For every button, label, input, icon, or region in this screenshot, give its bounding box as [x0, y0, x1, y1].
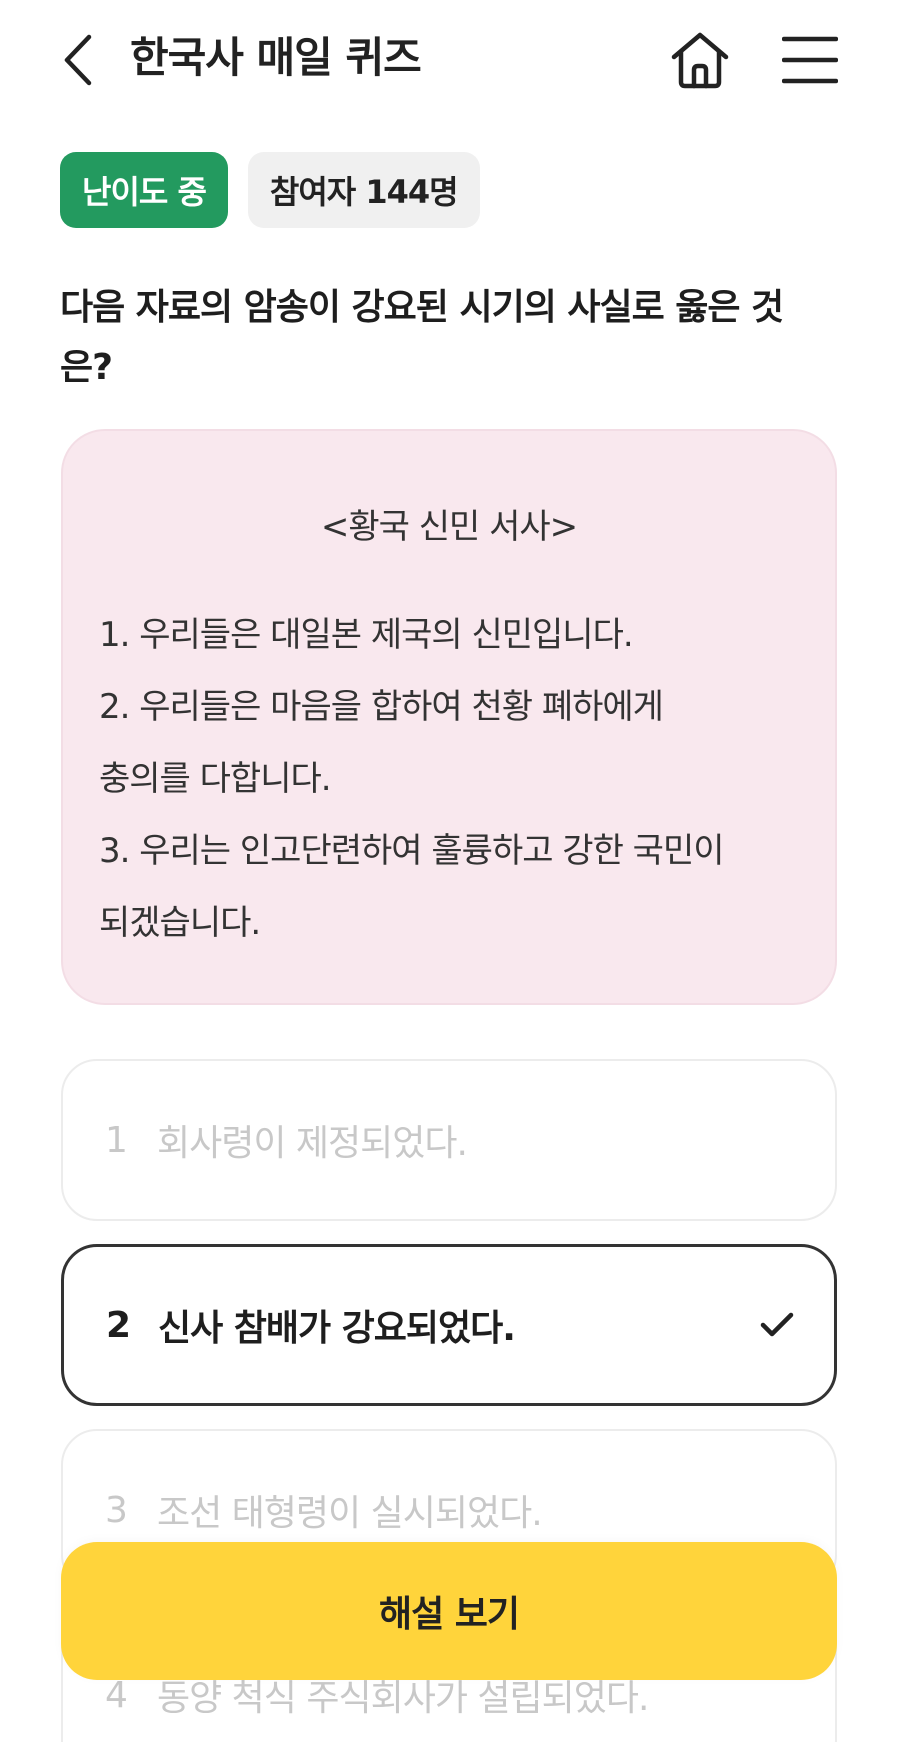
view-explanation-button[interactable]: 해설 보기 — [61, 1542, 837, 1680]
source-line: 되겠습니다. — [99, 903, 261, 943]
menu-button[interactable] — [780, 28, 840, 92]
page-title: 한국사 매일 퀴즈 — [130, 33, 422, 82]
quiz-page: 한국사 매일 퀴즈 난이도 중 참여자 144명 다음 자료의 암송이 강요된 … — [0, 0, 900, 1742]
answer-option-1[interactable]: 1 회사령이 제정되었다. — [61, 1059, 837, 1221]
checkmark-icon — [760, 1247, 794, 1403]
source-title: <황국 신민 서사> — [320, 507, 578, 547]
option-number: 1 — [105, 1119, 128, 1161]
home-button[interactable] — [668, 28, 732, 92]
option-text: 신사 참배가 강요되었다. — [158, 1308, 516, 1349]
chevron-left-icon — [64, 34, 92, 86]
source-text: 1. 우리들은 대일본 제국의 신민입니다. 2. 우리들은 마음을 합하여 천… — [99, 599, 819, 959]
question-text: 다음 자료의 암송이 강요된 시기의 사실로 옳은 것은? — [60, 287, 784, 388]
home-icon — [671, 32, 729, 89]
source-line: 1. 우리들은 대일본 제국의 신민입니다. — [99, 615, 634, 655]
back-button[interactable] — [56, 30, 100, 90]
option-text: 회사령이 제정되었다. — [157, 1123, 468, 1164]
source-material-box: <황국 신민 서사> 1. 우리들은 대일본 제국의 신민입니다. 2. 우리들… — [61, 429, 837, 1005]
app-header: 한국사 매일 퀴즈 — [0, 0, 900, 120]
source-line: 2. 우리들은 마음을 합하여 천황 폐하에게 — [99, 687, 664, 727]
hamburger-menu-icon — [782, 36, 838, 84]
option-number: 2 — [106, 1304, 132, 1346]
participants-badge: 참여자 144명 — [247, 152, 480, 228]
source-line: 충의를 다합니다. — [99, 759, 332, 799]
source-line: 3. 우리는 인고단련하여 훌륭하고 강한 국민이 — [99, 831, 725, 871]
difficulty-badge: 난이도 중 — [60, 152, 228, 228]
answer-option-2[interactable]: 2 신사 참배가 강요되었다. — [61, 1244, 837, 1406]
quiz-badges: 난이도 중 참여자 144명 — [60, 152, 480, 228]
